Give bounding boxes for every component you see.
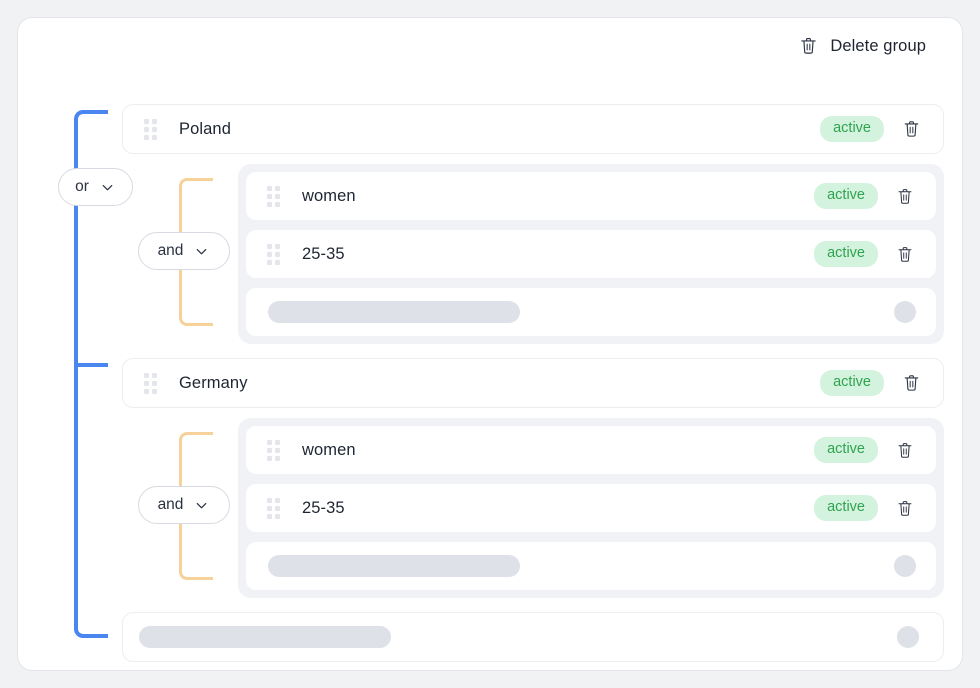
skeleton-dot [894,555,916,577]
row-actions: active [814,241,914,266]
rule-label: women [302,441,356,460]
status-badge[interactable]: active [814,241,878,266]
rule-placeholder-row[interactable] [246,288,936,336]
row-actions: active [820,116,921,141]
condition-label: Germany [179,374,248,393]
skeleton-bar [139,626,391,648]
condition-row-germany[interactable]: Germany active [122,358,944,408]
status-badge[interactable]: active [814,183,878,208]
outer-operator-value: or [75,178,89,196]
inner-operator-select-1[interactable]: and [138,232,230,270]
trash-icon[interactable] [896,245,914,264]
drag-handle-icon[interactable] [144,373,157,394]
drag-handle-icon[interactable] [267,244,280,265]
chevron-down-icon [193,497,210,514]
trash-icon[interactable] [902,373,921,393]
inner-operator-select-2[interactable]: and [138,486,230,524]
row-actions: active [814,495,914,520]
status-badge[interactable]: active [814,437,878,462]
inner-operator-value: and [158,242,184,260]
row-actions: active [814,183,914,208]
rule-label: women [302,187,356,206]
drag-handle-icon[interactable] [267,440,280,461]
condition-row-poland[interactable]: Poland active [122,104,944,154]
rule-row[interactable]: women active [246,172,936,220]
condition-tree: or Poland active [18,18,962,670]
outer-connector-branch [76,363,108,367]
skeleton-bar [268,555,520,577]
rule-group-2: women active [238,418,944,598]
rule-group-1: women active [238,164,944,344]
chevron-down-icon [193,243,210,260]
inner-operator-value: and [158,496,184,514]
query-builder-card: Delete group or Poland [18,18,962,670]
skeleton-bar [268,301,520,323]
skeleton-dot [897,626,919,648]
drag-handle-icon[interactable] [267,186,280,207]
rule-label: 25-35 [302,245,345,264]
condition-label: Poland [179,120,231,139]
rule-label: 25-35 [302,499,345,518]
group-placeholder-row[interactable] [122,612,944,662]
outer-operator-select[interactable]: or [58,168,133,206]
chevron-down-icon [99,179,116,196]
drag-handle-icon[interactable] [267,498,280,519]
rule-placeholder-row[interactable] [246,542,936,590]
trash-icon[interactable] [896,187,914,206]
row-actions: active [814,437,914,462]
trash-icon[interactable] [902,119,921,139]
skeleton-dot [894,301,916,323]
rule-row[interactable]: women active [246,426,936,474]
query-builder-app: Delete group or Poland [0,0,980,688]
rule-row[interactable]: 25-35 active [246,484,936,532]
row-actions: active [820,370,921,395]
status-badge[interactable]: active [820,370,884,395]
trash-icon[interactable] [896,441,914,460]
status-badge[interactable]: active [814,495,878,520]
trash-icon[interactable] [896,499,914,518]
rule-row[interactable]: 25-35 active [246,230,936,278]
status-badge[interactable]: active [820,116,884,141]
drag-handle-icon[interactable] [144,119,157,140]
